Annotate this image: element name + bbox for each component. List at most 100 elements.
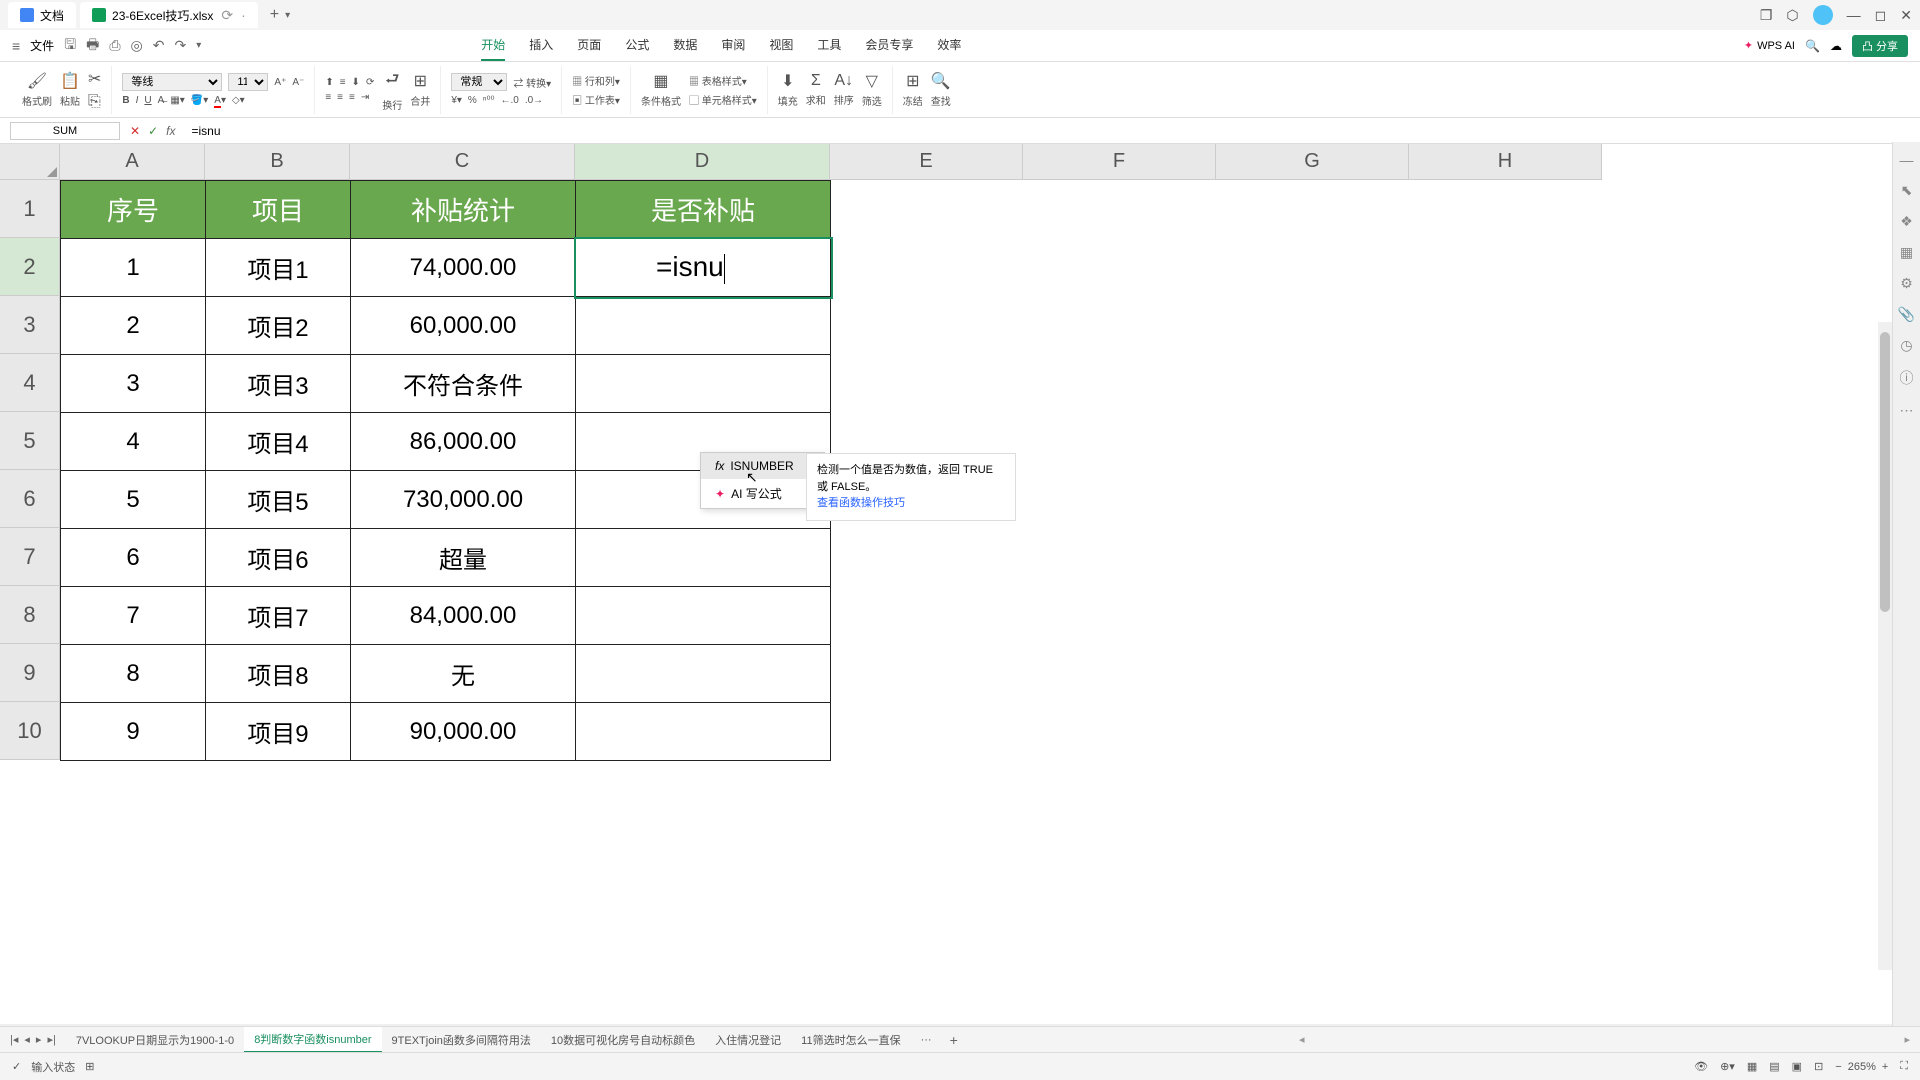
status-extra-icon[interactable]: ⊞ [85, 1060, 94, 1073]
rowcol-button[interactable]: ▦ 行和列▾ [572, 73, 620, 88]
cloud-icon[interactable]: ☁ [1830, 39, 1842, 53]
table-header[interactable]: 是否补贴 [576, 181, 831, 239]
currency-icon[interactable]: ¥▾ [451, 95, 462, 106]
suggest-help-link[interactable]: 查看函数操作技巧 [817, 495, 1005, 512]
undo-icon[interactable]: ↶ [153, 37, 165, 54]
fullscreen-icon[interactable]: ⛶ [1900, 1060, 1908, 1073]
increase-decimal-icon[interactable]: ←.0 [501, 95, 519, 106]
col-header[interactable]: C [350, 144, 575, 180]
row-header[interactable]: 3 [0, 296, 60, 354]
row-header[interactable]: 6 [0, 470, 60, 528]
scrollbar-thumb[interactable] [1880, 332, 1890, 612]
paste-button[interactable]: 📋 粘贴 [60, 71, 80, 108]
decrease-decimal-icon[interactable]: .0→ [525, 95, 543, 106]
eye-icon[interactable]: 👁 [1694, 1060, 1708, 1073]
sidebar-toolbox-icon[interactable]: ▦ [1900, 244, 1913, 261]
row-header[interactable]: 10 [0, 702, 60, 760]
last-sheet-icon[interactable]: ▸| [47, 1033, 55, 1046]
col-header[interactable]: B [205, 144, 350, 180]
next-sheet-icon[interactable]: ▸ [36, 1033, 42, 1046]
align-middle-icon[interactable]: ≡ [340, 77, 346, 88]
menu-tab-page[interactable]: 页面 [577, 30, 601, 61]
sidebar-help-icon[interactable]: ⓘ [1900, 368, 1914, 388]
view-normal-icon[interactable]: ▦ [1747, 1060, 1757, 1073]
grid-icon[interactable]: ⊕▾ [1720, 1060, 1735, 1073]
sheet-tab[interactable]: 入住情况登记 [705, 1028, 791, 1052]
formula-input[interactable] [185, 122, 1910, 140]
cell[interactable] [576, 529, 831, 587]
col-header[interactable]: H [1409, 144, 1602, 180]
cell[interactable]: 项目4 [206, 413, 351, 471]
select-all-corner[interactable] [0, 144, 60, 180]
cell[interactable]: 不符合条件 [351, 355, 576, 413]
wps-ai-button[interactable]: ✦ WPS AI [1744, 39, 1795, 52]
bold-icon[interactable]: B [122, 95, 129, 106]
vertical-scrollbar[interactable] [1878, 322, 1892, 970]
cell[interactable]: 5 [61, 471, 206, 529]
decrease-font-icon[interactable]: A⁻ [292, 77, 304, 88]
save-icon[interactable]: 🖫 [64, 34, 76, 58]
menu-tab-start[interactable]: 开始 [481, 30, 505, 61]
minimize-icon[interactable]: — [1847, 7, 1861, 23]
align-center-icon[interactable]: ≡ [337, 92, 343, 103]
table-header[interactable]: 序号 [61, 181, 206, 239]
fx-icon[interactable]: fx [166, 124, 175, 138]
row-header[interactable]: 5 [0, 412, 60, 470]
menu-tab-insert[interactable]: 插入 [529, 30, 553, 61]
add-sheet-button[interactable]: + [950, 1032, 958, 1048]
sort-button[interactable]: A↓排序 [834, 72, 854, 107]
cell[interactable]: 项目2 [206, 297, 351, 355]
cell[interactable]: 6 [61, 529, 206, 587]
table-style-button[interactable]: ▦ 表格样式▾ [689, 73, 757, 88]
cell[interactable]: 8 [61, 645, 206, 703]
tab-refresh-icon[interactable]: ⟳ [221, 7, 233, 24]
cell[interactable]: 730,000.00 [351, 471, 576, 529]
search-icon[interactable]: 🔍 [1805, 39, 1820, 53]
orientation-icon[interactable]: ⟳ [366, 77, 374, 88]
confirm-formula-icon[interactable]: ✓ [148, 124, 158, 138]
cell[interactable]: 项目6 [206, 529, 351, 587]
hamburger-icon[interactable]: ≡ [12, 38, 20, 54]
col-header[interactable]: E [830, 144, 1023, 180]
multi-window-icon[interactable]: ❐ [1760, 7, 1773, 24]
font-color-icon[interactable]: A▾ [214, 95, 226, 106]
sidebar-attach-icon[interactable]: 📎 [1898, 306, 1915, 323]
cell[interactable] [576, 703, 831, 761]
sidebar-more-icon[interactable]: ⋯ [1900, 402, 1914, 419]
avatar[interactable] [1813, 5, 1833, 25]
first-sheet-icon[interactable]: |◂ [10, 1033, 18, 1046]
menu-tab-view[interactable]: 视图 [769, 30, 793, 61]
cell[interactable]: 超量 [351, 529, 576, 587]
font-name-select[interactable]: 等线 [122, 73, 222, 91]
sidebar-style-icon[interactable]: ❖ [1900, 213, 1913, 230]
number-format-select[interactable]: 常规 [451, 73, 507, 91]
col-header[interactable]: F [1023, 144, 1216, 180]
sidebar-settings-icon[interactable]: ⚙ [1900, 275, 1913, 292]
menu-tab-formula[interactable]: 公式 [625, 30, 649, 61]
menu-tab-tools[interactable]: 工具 [817, 30, 841, 61]
table-header[interactable]: 项目 [206, 181, 351, 239]
sheet-tab[interactable]: 10数据可视化房号自动标颜色 [541, 1028, 705, 1052]
comma-icon[interactable]: ⁿ⁰⁰ [483, 95, 495, 106]
cell[interactable]: 项目7 [206, 587, 351, 645]
strike-icon[interactable]: A̶ [158, 95, 165, 106]
indent-icon[interactable]: ⇥ [361, 92, 369, 103]
sidebar-backup-icon[interactable]: ◷ [1900, 337, 1912, 354]
cell[interactable]: 4 [61, 413, 206, 471]
row-header[interactable]: 4 [0, 354, 60, 412]
row-header[interactable]: 7 [0, 528, 60, 586]
close-icon[interactable]: ✕ [1900, 7, 1912, 24]
format-painter-button[interactable]: 🖌 格式刷 [22, 71, 52, 108]
redo-icon[interactable]: ↷ [175, 37, 187, 54]
cell[interactable]: 无 [351, 645, 576, 703]
cell-style-button[interactable]: ▢ 单元格样式▾ [689, 92, 757, 107]
task-icon[interactable]: ✓ [12, 1060, 21, 1073]
sheet-tab[interactable]: 7VLOOKUP日期显示为1900-1-0 [66, 1028, 244, 1052]
cell[interactable]: 项目1 [206, 239, 351, 297]
col-header[interactable]: G [1216, 144, 1409, 180]
table-header[interactable]: 补贴统计 [351, 181, 576, 239]
cell[interactable]: 74,000.00 [351, 239, 576, 297]
cell[interactable]: 90,000.00 [351, 703, 576, 761]
cut-icon[interactable]: ✂ [88, 69, 101, 89]
share-button[interactable]: 凸 分享 [1852, 35, 1908, 57]
